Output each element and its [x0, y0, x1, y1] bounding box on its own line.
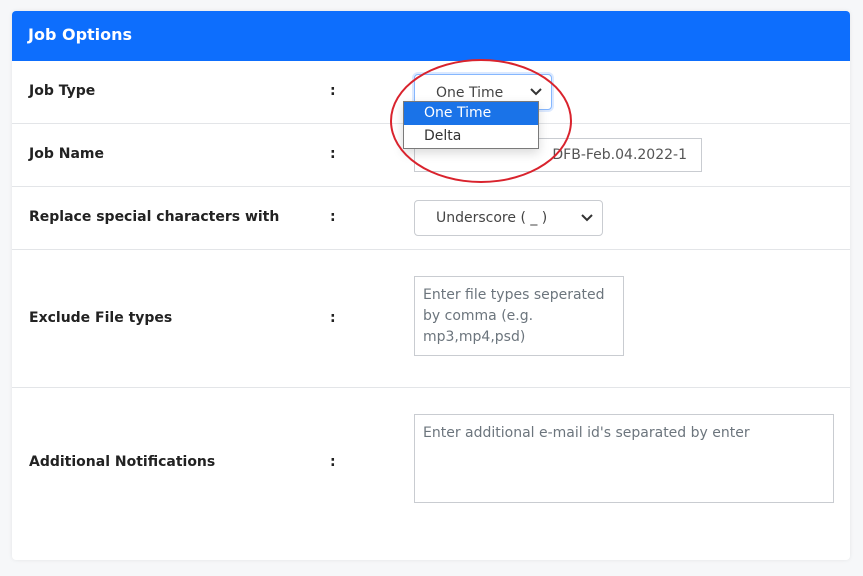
exclude-file-types-colon: :: [330, 310, 336, 326]
notifications-label: Additional Notifications: [29, 454, 216, 470]
job-options-card: Job Options Job Type : One Time Job Name…: [12, 11, 850, 560]
exclude-file-types-placeholder: Enter file types seperated by comma (e.g…: [423, 287, 605, 345]
notifications-textarea[interactable]: Enter additional e-mail id's separated b…: [414, 414, 834, 503]
job-type-option-one-time[interactable]: One Time: [404, 102, 538, 125]
job-name-label: Job Name: [29, 146, 104, 162]
job-type-colon: :: [330, 83, 336, 99]
chevron-down-icon: [530, 88, 542, 96]
notifications-colon: :: [330, 454, 336, 470]
job-type-option-delta[interactable]: Delta: [404, 125, 538, 148]
replace-chars-label: Replace special characters with: [29, 209, 280, 225]
card-title: Job Options: [12, 11, 850, 61]
exclude-file-types-textarea[interactable]: Enter file types seperated by comma (e.g…: [414, 276, 624, 356]
job-type-selected-value: One Time: [436, 85, 504, 101]
replace-chars-select[interactable]: Underscore ( _ ): [414, 200, 603, 236]
notifications-placeholder: Enter additional e-mail id's separated b…: [423, 425, 750, 441]
job-type-label: Job Type: [29, 83, 96, 99]
job-name-colon: :: [330, 146, 336, 162]
row-exclude-file-types: Exclude File types : Enter file types se…: [12, 250, 850, 388]
row-replace-chars: Replace special characters with : Unders…: [12, 187, 850, 250]
job-type-dropdown-list: One Time Delta: [403, 101, 539, 149]
replace-chars-selected-value: Underscore ( _ ): [436, 210, 548, 226]
job-name-value: DFB-Feb.04.2022-1: [552, 147, 687, 163]
row-additional-notifications: Additional Notifications : Enter additio…: [12, 388, 850, 558]
exclude-file-types-label: Exclude File types: [29, 310, 173, 326]
replace-chars-colon: :: [330, 209, 336, 225]
chevron-down-icon: [581, 214, 593, 222]
